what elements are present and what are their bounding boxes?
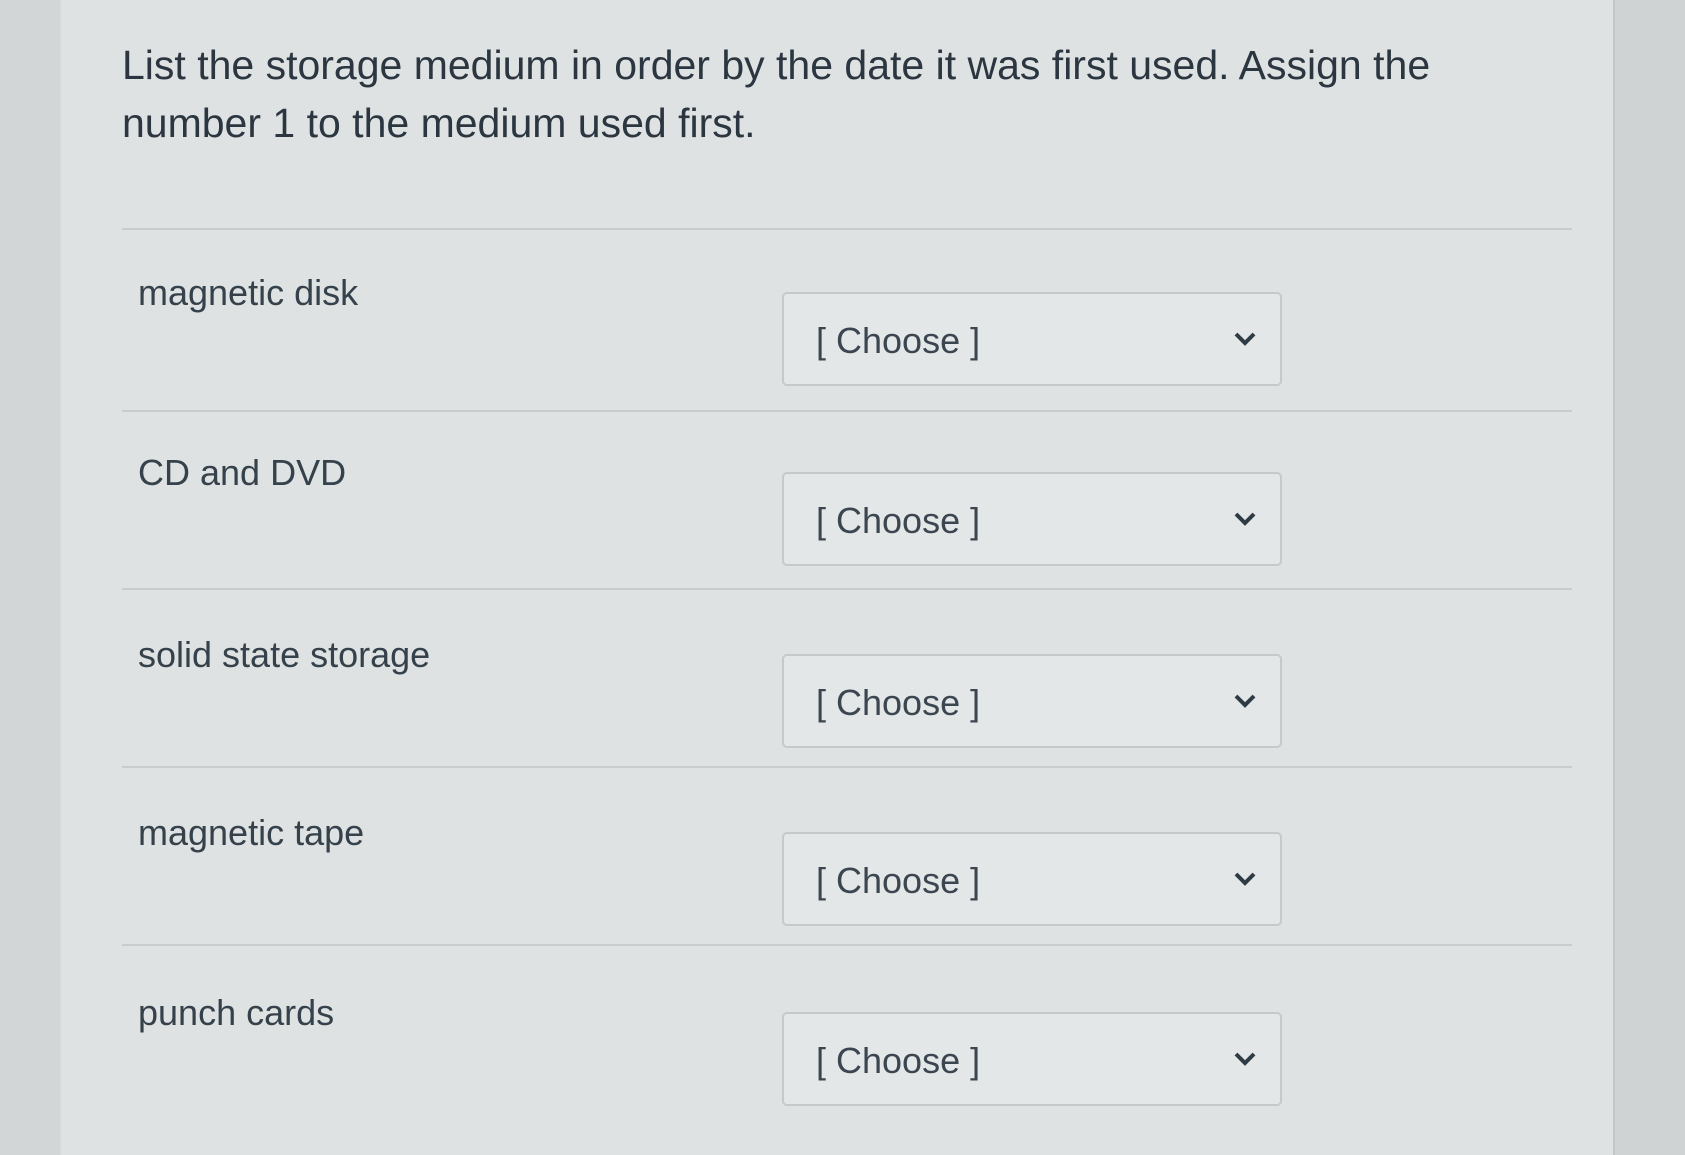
choose-dropdown-solid-state[interactable]: [ Choose ] — [782, 654, 1282, 748]
question-divider — [122, 228, 1572, 230]
left-page-margin — [0, 0, 60, 1155]
chevron-down-icon — [1234, 332, 1256, 346]
dropdown-value: [ Choose ] — [816, 682, 981, 723]
dropdown-value: [ Choose ] — [816, 860, 981, 901]
medium-label: magnetic disk — [138, 272, 359, 313]
question-card: List the storage medium in order by the … — [62, 0, 1612, 1155]
row-divider — [122, 588, 1572, 590]
answer-row-cd-dvd: CD and DVD [ Choose ] — [122, 430, 1572, 606]
answer-row-solid-state: solid state storage [ Choose ] — [122, 612, 1572, 788]
chevron-down-icon — [1234, 1052, 1256, 1066]
choose-dropdown-punch-cards[interactable]: [ Choose ] — [782, 1012, 1282, 1106]
row-divider — [122, 410, 1572, 412]
dropdown-value: [ Choose ] — [816, 1040, 981, 1081]
quiz-screen: List the storage medium in order by the … — [0, 0, 1685, 1155]
dropdown-value: [ Choose ] — [816, 500, 981, 541]
chevron-down-icon — [1234, 694, 1256, 708]
answer-row-magnetic-disk: magnetic disk [ Choose ] — [122, 250, 1572, 426]
answer-row-magnetic-tape: magnetic tape [ Choose ] — [122, 790, 1572, 966]
question-text: List the storage medium in order by the … — [122, 42, 1431, 146]
choose-dropdown-magnetic-disk[interactable]: [ Choose ] — [782, 292, 1282, 386]
chevron-down-icon — [1234, 872, 1256, 886]
choose-dropdown-cd-dvd[interactable]: [ Choose ] — [782, 472, 1282, 566]
chevron-down-icon — [1234, 512, 1256, 526]
row-divider — [122, 766, 1572, 768]
medium-label: magnetic tape — [138, 812, 365, 853]
medium-label: solid state storage — [138, 634, 431, 675]
dropdown-value: [ Choose ] — [816, 320, 981, 361]
medium-label: punch cards — [138, 992, 335, 1033]
choose-dropdown-magnetic-tape[interactable]: [ Choose ] — [782, 832, 1282, 926]
right-page-margin — [1613, 0, 1685, 1155]
answer-row-punch-cards: punch cards [ Choose ] — [122, 970, 1572, 1146]
medium-label: CD and DVD — [138, 452, 347, 493]
row-divider — [122, 944, 1572, 946]
